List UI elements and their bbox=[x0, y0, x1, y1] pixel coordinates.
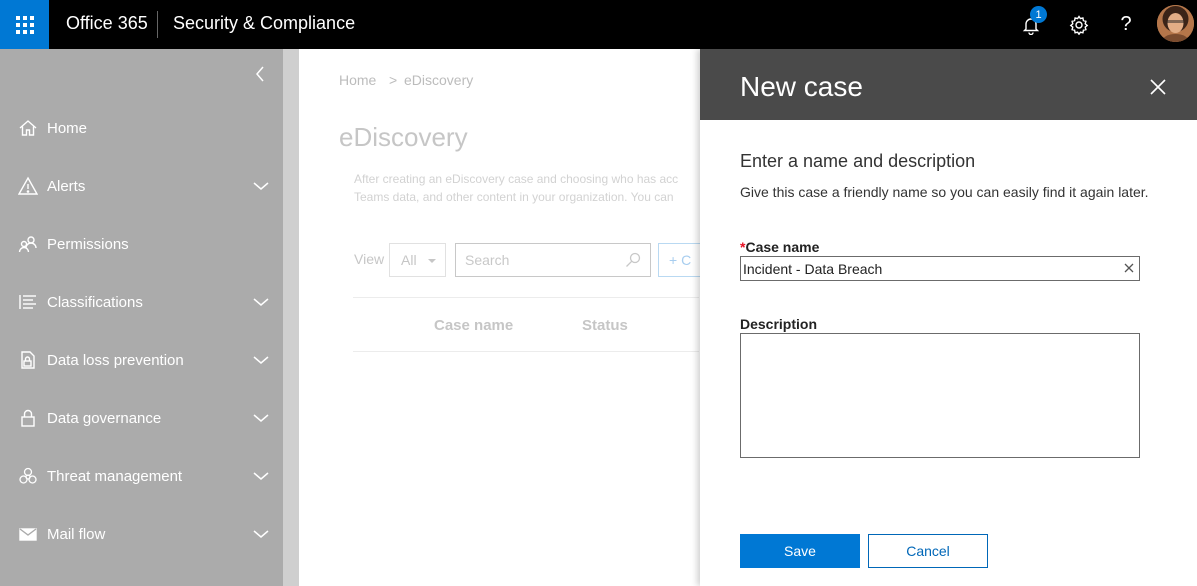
mail-icon bbox=[17, 523, 39, 545]
section-title: Enter a name and description bbox=[740, 151, 976, 171]
page-title: eDiscovery bbox=[339, 122, 468, 152]
biohazard-icon bbox=[17, 465, 39, 487]
sidebar-item-data-governance[interactable]: Data governance bbox=[0, 389, 283, 447]
app-launcher-button[interactable] bbox=[0, 0, 49, 49]
sidebar-item-label: Alerts bbox=[47, 177, 86, 195]
page-intro: After creating an eDiscovery case and ch… bbox=[354, 170, 700, 206]
chevron-down-icon[interactable] bbox=[250, 291, 272, 313]
chevron-down-icon[interactable] bbox=[250, 465, 272, 487]
description-input[interactable] bbox=[740, 333, 1140, 458]
view-filter-value: All bbox=[401, 252, 417, 268]
clear-icon bbox=[1124, 263, 1134, 273]
settings-button[interactable] bbox=[1059, 0, 1099, 49]
notifications-button[interactable] bbox=[1011, 0, 1051, 49]
sidebar-item-classifications[interactable]: Classifications bbox=[0, 273, 283, 331]
section-description: Give this case a friendly name so you ca… bbox=[740, 184, 1149, 200]
sidebar-item-mail-flow[interactable]: Mail flow bbox=[0, 505, 283, 563]
close-panel-button[interactable] bbox=[1146, 75, 1170, 99]
create-case-label: + C bbox=[669, 252, 692, 268]
main-content: Home > eDiscovery eDiscovery After creat… bbox=[299, 49, 718, 586]
collapse-nav-button[interactable] bbox=[250, 62, 270, 86]
search-icon bbox=[626, 252, 641, 267]
sidebar-item-permissions[interactable]: Permissions bbox=[0, 215, 283, 273]
sidebar-item-label: Data loss prevention bbox=[47, 351, 184, 369]
search-input[interactable]: Search bbox=[455, 243, 651, 277]
sidebar-item-label: Classifications bbox=[47, 293, 143, 311]
lock-icon bbox=[17, 407, 39, 429]
sidebar: Home Alerts Permissions Classifications … bbox=[0, 49, 283, 586]
case-name-label-text: Case name bbox=[745, 239, 820, 255]
help-icon: ? bbox=[1120, 13, 1132, 35]
people-icon bbox=[17, 233, 39, 255]
sidebar-item-home[interactable]: Home bbox=[0, 99, 283, 157]
nav-scrollbar[interactable] bbox=[283, 49, 299, 586]
top-bar: Office 365 Security & Compliance 1 ? bbox=[0, 0, 1197, 49]
column-header-case-name[interactable]: Case name bbox=[434, 317, 513, 334]
close-icon bbox=[1150, 79, 1166, 95]
notification-badge: 1 bbox=[1030, 6, 1047, 23]
gear-icon bbox=[1069, 14, 1089, 35]
chevron-down-icon[interactable] bbox=[250, 407, 272, 429]
table-divider bbox=[353, 297, 699, 298]
sidebar-item-threat-management[interactable]: Threat management bbox=[0, 447, 283, 505]
clear-input-button[interactable] bbox=[1122, 261, 1136, 275]
chevron-down-icon[interactable] bbox=[250, 349, 272, 371]
breadcrumb-separator: > bbox=[389, 72, 398, 88]
table-divider bbox=[353, 351, 699, 352]
sidebar-item-label: Data governance bbox=[47, 409, 162, 427]
panel-title: New case bbox=[740, 71, 863, 102]
chevron-down-icon[interactable] bbox=[250, 523, 272, 545]
app-launcher-icon bbox=[15, 15, 34, 34]
case-name-input[interactable] bbox=[740, 256, 1140, 281]
brand-link[interactable]: Office 365 bbox=[66, 13, 148, 34]
save-button[interactable]: Save bbox=[740, 534, 860, 568]
chevron-down-icon[interactable] bbox=[250, 175, 272, 197]
sidebar-item-label: Home bbox=[47, 119, 88, 137]
cancel-button[interactable]: Cancel bbox=[868, 534, 988, 568]
new-case-panel: New case Enter a name and description Gi… bbox=[700, 49, 1197, 586]
sidebar-item-data-loss-prevention[interactable]: Data loss prevention bbox=[0, 331, 283, 389]
brand-divider bbox=[157, 11, 158, 38]
page-intro-line: After creating an eDiscovery case and ch… bbox=[354, 172, 679, 186]
panel-header: New case bbox=[700, 49, 1197, 120]
chevron-left-icon bbox=[256, 66, 264, 82]
list-icon bbox=[17, 291, 39, 313]
page-intro-line: Teams data, and other content in your or… bbox=[354, 190, 674, 204]
view-label: View bbox=[354, 251, 385, 267]
caret-down-icon bbox=[428, 259, 436, 263]
help-button[interactable]: ? bbox=[1106, 0, 1146, 49]
search-placeholder: Search bbox=[465, 252, 510, 268]
description-label: Description bbox=[740, 316, 818, 332]
breadcrumb-current: eDiscovery bbox=[404, 72, 474, 88]
column-header-status[interactable]: Status bbox=[582, 317, 628, 334]
sidebar-item-alerts[interactable]: Alerts bbox=[0, 157, 283, 215]
sidebar-item-label: Permissions bbox=[47, 235, 129, 253]
alert-icon bbox=[17, 175, 39, 197]
breadcrumb-home[interactable]: Home bbox=[339, 72, 376, 88]
sidebar-item-label: Threat management bbox=[47, 467, 183, 485]
home-icon bbox=[17, 117, 39, 139]
sidebar-item-label: Mail flow bbox=[47, 525, 106, 543]
app-name[interactable]: Security & Compliance bbox=[173, 13, 355, 34]
avatar[interactable] bbox=[1157, 5, 1194, 42]
dlp-icon bbox=[17, 349, 39, 371]
case-name-label: *Case name bbox=[740, 239, 819, 255]
view-filter-select[interactable]: All bbox=[389, 243, 446, 277]
